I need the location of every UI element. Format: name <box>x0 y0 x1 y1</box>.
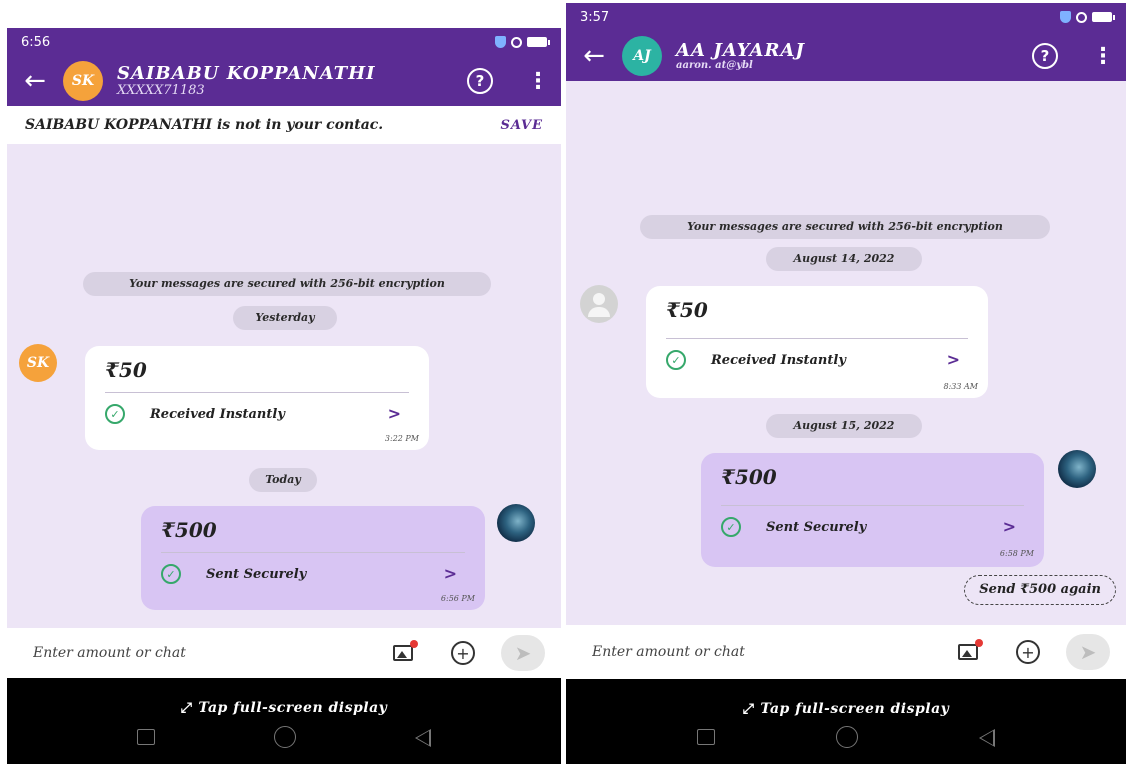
status-bar: 3:57 <box>566 3 1126 31</box>
back-arrow-icon[interactable]: ← <box>7 68 63 94</box>
status-time: 3:57 <box>580 9 610 25</box>
date-separator: August 14, 2022 <box>766 247 922 271</box>
payment-status: Sent Securely <box>206 566 307 582</box>
contact-title[interactable]: AA JAYARAJ aaron. at@ybl <box>676 39 1032 72</box>
contact-upi-id: aaron. at@ybl <box>676 60 753 72</box>
message-time: 3:22 PM <box>384 434 419 443</box>
help-icon[interactable]: ? <box>467 68 493 94</box>
chat-input-bar: + ➤ <box>566 625 1126 679</box>
more-icon[interactable]: ⋮ <box>527 69 549 94</box>
payment-status: Received Instantly <box>711 352 846 368</box>
chevron-right-icon[interactable]: > <box>388 404 401 423</box>
chat-input[interactable] <box>592 644 958 660</box>
payment-amount: ₹500 <box>721 465 777 489</box>
received-payment-bubble[interactable]: ₹50 ✓ Received Instantly > 8:33 AM <box>646 286 988 398</box>
status-bar: 6:56 <box>7 28 561 56</box>
system-nav-bar: ⤢ Tap full-screen display <box>566 679 1126 764</box>
fullscreen-hint[interactable]: ⤢ Tap full-screen display <box>566 701 1126 717</box>
date-separator: Yesterday <box>233 306 337 330</box>
app-bar: ← SK SAIBABU KOPPANATHI XXXXX71183 ? ⋮ <box>7 56 561 106</box>
recents-button[interactable] <box>136 729 155 745</box>
shield-icon <box>1060 11 1071 23</box>
plus-icon[interactable]: + <box>451 641 475 665</box>
fullscreen-hint[interactable]: ⤢ Tap full-screen display <box>7 700 561 716</box>
image-icon[interactable] <box>393 640 418 661</box>
payment-amount: ₹50 <box>105 358 147 382</box>
send-icon[interactable]: ➤ <box>1066 634 1110 670</box>
user-avatar <box>1058 450 1096 488</box>
image-icon[interactable] <box>958 639 983 660</box>
system-nav-bar: ⤢ Tap full-screen display <box>7 678 561 764</box>
app-bar: ← AJ AA JAYARAJ aaron. at@ybl ? ⋮ <box>566 31 1126 81</box>
battery-icon <box>1092 12 1115 22</box>
check-circle-icon: ✓ <box>105 404 125 424</box>
check-circle-icon: ✓ <box>666 350 686 370</box>
user-avatar <box>497 504 535 542</box>
right-phone-screen: 3:57 ← AJ AA JAYARAJ aaron. at@ybl ? ⋮ Y… <box>566 3 1126 764</box>
contact-title[interactable]: SAIBABU KOPPANATHI XXXXX71183 <box>117 64 467 98</box>
vpn-icon <box>511 36 522 48</box>
check-circle-icon: ✓ <box>161 564 181 584</box>
not-in-contacts-banner: SAIBABU KOPPANATHI is not in your contac… <box>7 106 561 144</box>
message-time: 6:58 PM <box>999 549 1034 558</box>
encryption-note: Your messages are secured with 256-bit e… <box>83 272 491 296</box>
vpn-icon <box>1076 11 1087 23</box>
shield-icon <box>495 36 506 48</box>
home-button[interactable] <box>835 726 858 748</box>
sender-avatar: SK <box>19 344 57 382</box>
sender-avatar <box>580 285 618 323</box>
bubble-divider <box>666 338 968 339</box>
received-payment-bubble[interactable]: ₹50 ✓ Received Instantly > 3:22 PM <box>85 346 429 450</box>
contact-phone: XXXXX71183 <box>117 82 205 98</box>
sent-payment-bubble[interactable]: ₹500 ✓ Sent Securely > 6:56 PM <box>141 506 485 610</box>
not-in-contacts-text: SAIBABU KOPPANATHI is not in your contac… <box>25 117 384 133</box>
payment-status: Sent Securely <box>766 519 867 535</box>
plus-icon[interactable]: + <box>1016 640 1040 664</box>
help-icon[interactable]: ? <box>1032 43 1058 69</box>
recents-button[interactable] <box>696 729 715 745</box>
sent-payment-bubble[interactable]: ₹500 ✓ Sent Securely > 6:58 PM <box>701 453 1044 567</box>
back-arrow-icon[interactable]: ← <box>566 43 622 69</box>
payment-amount: ₹50 <box>666 298 708 322</box>
status-time: 6:56 <box>21 34 51 50</box>
chevron-right-icon[interactable]: > <box>1003 517 1016 536</box>
chevron-right-icon[interactable]: > <box>444 564 457 583</box>
home-button[interactable] <box>273 726 296 748</box>
send-again-button[interactable]: Send ₹500 again <box>964 575 1116 605</box>
encryption-note: Your messages are secured with 256-bit e… <box>640 215 1050 239</box>
chat-input[interactable] <box>33 645 393 661</box>
payment-status: Received Instantly <box>150 406 285 422</box>
send-icon[interactable]: ➤ <box>501 635 545 671</box>
bubble-divider <box>105 392 409 393</box>
contact-name: SAIBABU KOPPANATHI <box>117 62 376 84</box>
fullscreen-icon: ⤢ <box>180 700 193 716</box>
left-phone-screen: 6:56 ← SK SAIBABU KOPPANATHI XXXXX71183 … <box>7 28 561 764</box>
battery-icon <box>527 37 550 47</box>
bubble-divider <box>161 552 465 553</box>
fullscreen-icon: ⤢ <box>742 701 755 717</box>
more-icon[interactable]: ⋮ <box>1092 44 1114 69</box>
date-separator: Today <box>249 468 317 492</box>
date-separator: August 15, 2022 <box>766 414 922 438</box>
avatar[interactable]: SK <box>63 61 103 101</box>
payment-amount: ₹500 <box>161 518 217 542</box>
chat-input-bar: + ➤ <box>7 628 561 678</box>
contact-name: AA JAYARAJ <box>676 39 805 61</box>
back-button[interactable] <box>979 729 996 747</box>
chevron-right-icon[interactable]: > <box>947 350 960 369</box>
avatar[interactable]: AJ <box>622 36 662 76</box>
message-time: 6:56 PM <box>440 594 475 603</box>
save-contact-button[interactable]: SAVE <box>500 118 543 133</box>
back-button[interactable] <box>415 729 432 747</box>
check-circle-icon: ✓ <box>721 517 741 537</box>
message-time: 8:33 AM <box>943 382 978 391</box>
bubble-divider <box>721 505 1024 506</box>
